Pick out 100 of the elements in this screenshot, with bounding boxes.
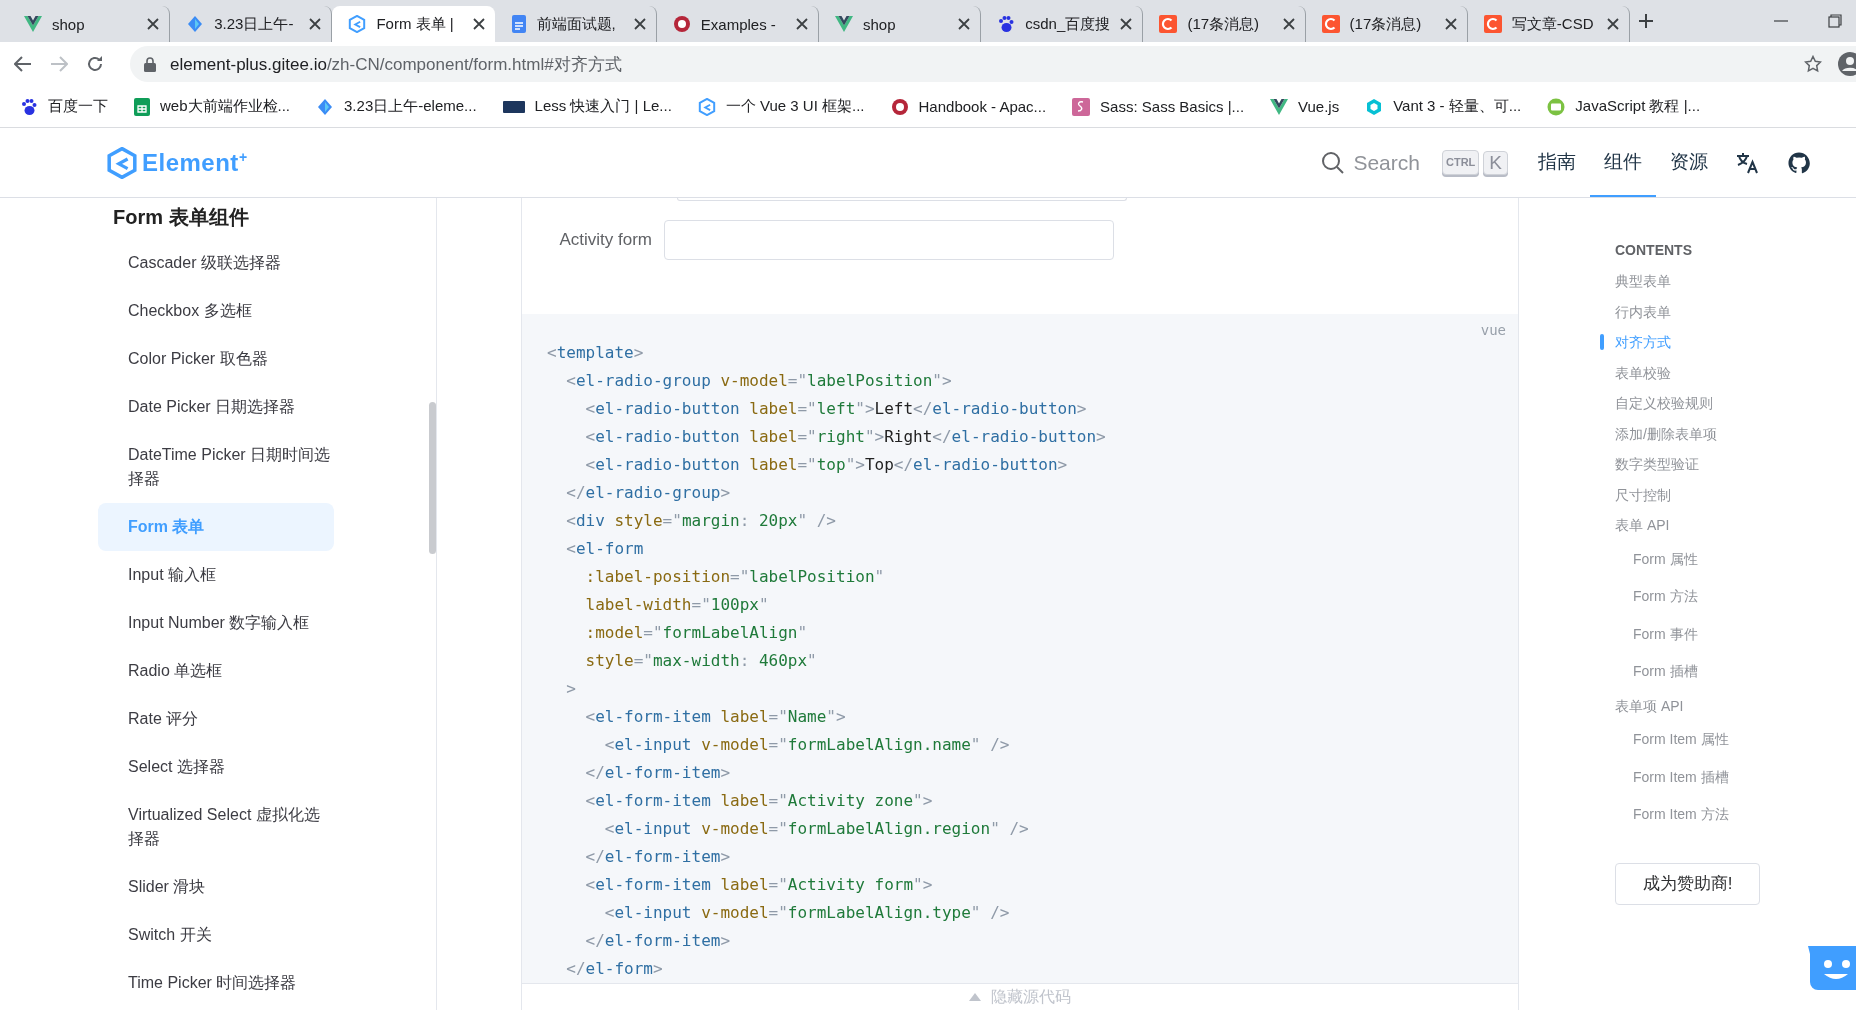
key-cap: CTRL bbox=[1442, 150, 1480, 175]
code-line: <div style="margin: 20px" /> bbox=[565, 510, 837, 532]
diamond-icon bbox=[186, 15, 205, 33]
code-line: <el-radio-button label="top">Top</el-radio-button> bbox=[584, 454, 1069, 476]
paw-icon bbox=[997, 15, 1016, 33]
code-line: :model="formLabelAlign" bbox=[584, 622, 809, 644]
code-line: <el-radio-button label="left">Left</el-radio-button> bbox=[584, 398, 1088, 420]
browser-tab[interactable]: 前端面试题, bbox=[494, 6, 657, 42]
back-icon bbox=[14, 56, 32, 72]
code-line: style="max-width: 460px" bbox=[584, 650, 818, 672]
nav-link[interactable]: 指南 bbox=[1524, 128, 1590, 197]
hexagon-logo-icon bbox=[697, 97, 716, 116]
bookmark[interactable]: 3.23日上午-eleme... bbox=[316, 97, 477, 116]
ring-icon bbox=[672, 15, 691, 33]
active-marker bbox=[1600, 334, 1604, 350]
key-cap: K bbox=[1483, 150, 1508, 175]
code-line: <el-form bbox=[565, 538, 645, 560]
bookmark[interactable]: Less 快速入门 | Le... bbox=[502, 97, 672, 116]
code-line: <el-form-item label="Activity zone"> bbox=[584, 790, 934, 812]
hexagon-logo-icon bbox=[348, 15, 367, 33]
nav-link[interactable]: 资源 bbox=[1656, 128, 1722, 197]
sidebar-link[interactable]: Virtualized Select 虚拟化选择器 bbox=[98, 791, 334, 863]
bookmark[interactable]: Handbook - Apac... bbox=[890, 97, 1047, 116]
code-line: </el-form> bbox=[565, 958, 664, 980]
browser-tab[interactable]: shop bbox=[819, 6, 982, 42]
nav-link[interactable]: 组件 bbox=[1590, 128, 1656, 197]
close-icon bbox=[147, 18, 160, 30]
code-line: > bbox=[565, 678, 577, 700]
caret-up-icon bbox=[969, 993, 981, 1001]
sidebar-link[interactable]: Input 输入框 bbox=[98, 551, 334, 599]
sidebar-link[interactable]: Time Picker 时间选择器 bbox=[98, 959, 334, 1007]
close-icon bbox=[1444, 18, 1457, 30]
browser-tab[interactable]: csdn_百度搜 bbox=[981, 6, 1144, 42]
browser-tab[interactable]: Form 表单 | bbox=[332, 6, 495, 42]
language-button[interactable] bbox=[1736, 151, 1760, 174]
code-line: <template> bbox=[547, 342, 645, 364]
minimize-icon bbox=[1774, 20, 1788, 22]
hexagon-icon bbox=[1365, 97, 1384, 116]
input-field[interactable] bbox=[664, 220, 1114, 260]
arc-logo-icon bbox=[1159, 15, 1178, 33]
translate-icon bbox=[1736, 151, 1760, 174]
sidebar-link[interactable]: DateTime Picker 日期时间选择器 bbox=[98, 431, 334, 503]
close-icon bbox=[472, 18, 485, 30]
bookmark[interactable]: web大前端作业检... bbox=[134, 97, 291, 116]
arc-logo-icon bbox=[1483, 15, 1502, 33]
browser-tab[interactable]: (17条消息) bbox=[1143, 6, 1306, 42]
code-line: <el-form-item label="Name"> bbox=[584, 706, 847, 728]
input-field[interactable] bbox=[677, 198, 1127, 201]
code-badge-icon bbox=[1547, 97, 1566, 116]
sidebar-link[interactable]: Date Picker 日期选择器 bbox=[98, 383, 334, 431]
browser-tab[interactable]: Examples - bbox=[656, 6, 819, 42]
browser-tab[interactable]: shop bbox=[8, 6, 171, 42]
sidebar-link[interactable]: Color Picker 取色器 bbox=[98, 335, 334, 383]
ring-icon bbox=[890, 97, 909, 116]
code-line: </el-form-item> bbox=[584, 762, 732, 784]
sidebar-heading: Form 表单组件 bbox=[112, 205, 250, 230]
code-line: <el-input v-model="formLabelAlign.type" /> bbox=[603, 902, 1011, 924]
bookmark[interactable]: Sass: Sass Basics |... bbox=[1072, 97, 1245, 116]
squiggle-icon bbox=[1072, 97, 1091, 116]
sidebar-link[interactable]: Switch 开关 bbox=[98, 911, 334, 959]
sidebar-link[interactable]: Slider 滑块 bbox=[98, 863, 334, 911]
arc-logo-icon bbox=[1321, 15, 1340, 33]
code-line: </el-radio-group> bbox=[565, 482, 732, 504]
reload-icon bbox=[86, 55, 104, 73]
diamond-icon bbox=[316, 97, 335, 116]
paw-icon bbox=[20, 97, 38, 116]
dark-tag-icon bbox=[502, 100, 525, 113]
bookmark[interactable]: Vant 3 - 轻量、可... bbox=[1365, 97, 1522, 116]
v-shape-icon bbox=[24, 16, 42, 32]
address-bar[interactable]: element-plus.gitee.io/zh-CN/component/form.html#对齐方式 bbox=[130, 46, 1856, 82]
sidebar-link[interactable]: Rate 评分 bbox=[98, 695, 334, 743]
v-shape-icon bbox=[1270, 98, 1289, 115]
logo-wordmark: Element$^{+}$ bbox=[142, 148, 248, 177]
sidebar-link[interactable]: Cascader 级联选择器 bbox=[98, 239, 334, 287]
bookmark[interactable]: JavaScript 教程 |... bbox=[1547, 97, 1701, 116]
sidebar-link[interactable]: Select 选择器 bbox=[98, 743, 334, 791]
code-line: </el-form-item> bbox=[584, 846, 732, 868]
bookmark[interactable]: 一个 Vue 3 UI 框架... bbox=[697, 97, 865, 116]
code-line: <el-radio-group v-model="labelPosition"> bbox=[565, 370, 953, 392]
forward-icon bbox=[50, 56, 68, 72]
bookmark[interactable]: Vue.js bbox=[1270, 98, 1340, 115]
bookmark[interactable]: 百度一下 bbox=[20, 97, 108, 116]
scrollbar[interactable] bbox=[429, 402, 436, 554]
close-icon bbox=[796, 18, 808, 30]
code-line: <el-form-item label="Activity form"> bbox=[584, 874, 934, 896]
chat-bot-icon[interactable] bbox=[1808, 944, 1856, 992]
language-label: vue bbox=[1480, 322, 1506, 338]
close-icon bbox=[1120, 18, 1133, 30]
browser-tab[interactable]: (17条消息) bbox=[1305, 6, 1468, 42]
sidebar-link[interactable]: Checkbox 多选框 bbox=[98, 287, 334, 335]
browser-tab[interactable]: 写文章-CSD bbox=[1467, 6, 1630, 42]
github-button[interactable] bbox=[1788, 151, 1810, 174]
sidebar-link[interactable]: Input Number 数字输入框 bbox=[98, 599, 334, 647]
close-icon bbox=[958, 18, 971, 30]
sidebar-link[interactable]: Radio 单选框 bbox=[98, 647, 334, 695]
code-line: <el-radio-button label="right">Right</el-radio-button> bbox=[584, 426, 1107, 448]
profile-icon bbox=[1836, 52, 1856, 76]
code-line: <el-input v-model="formLabelAlign.name" /> bbox=[603, 734, 1011, 756]
sponsor-button[interactable]: 成为赞助商! bbox=[1615, 862, 1760, 905]
star-icon bbox=[1804, 55, 1822, 73]
